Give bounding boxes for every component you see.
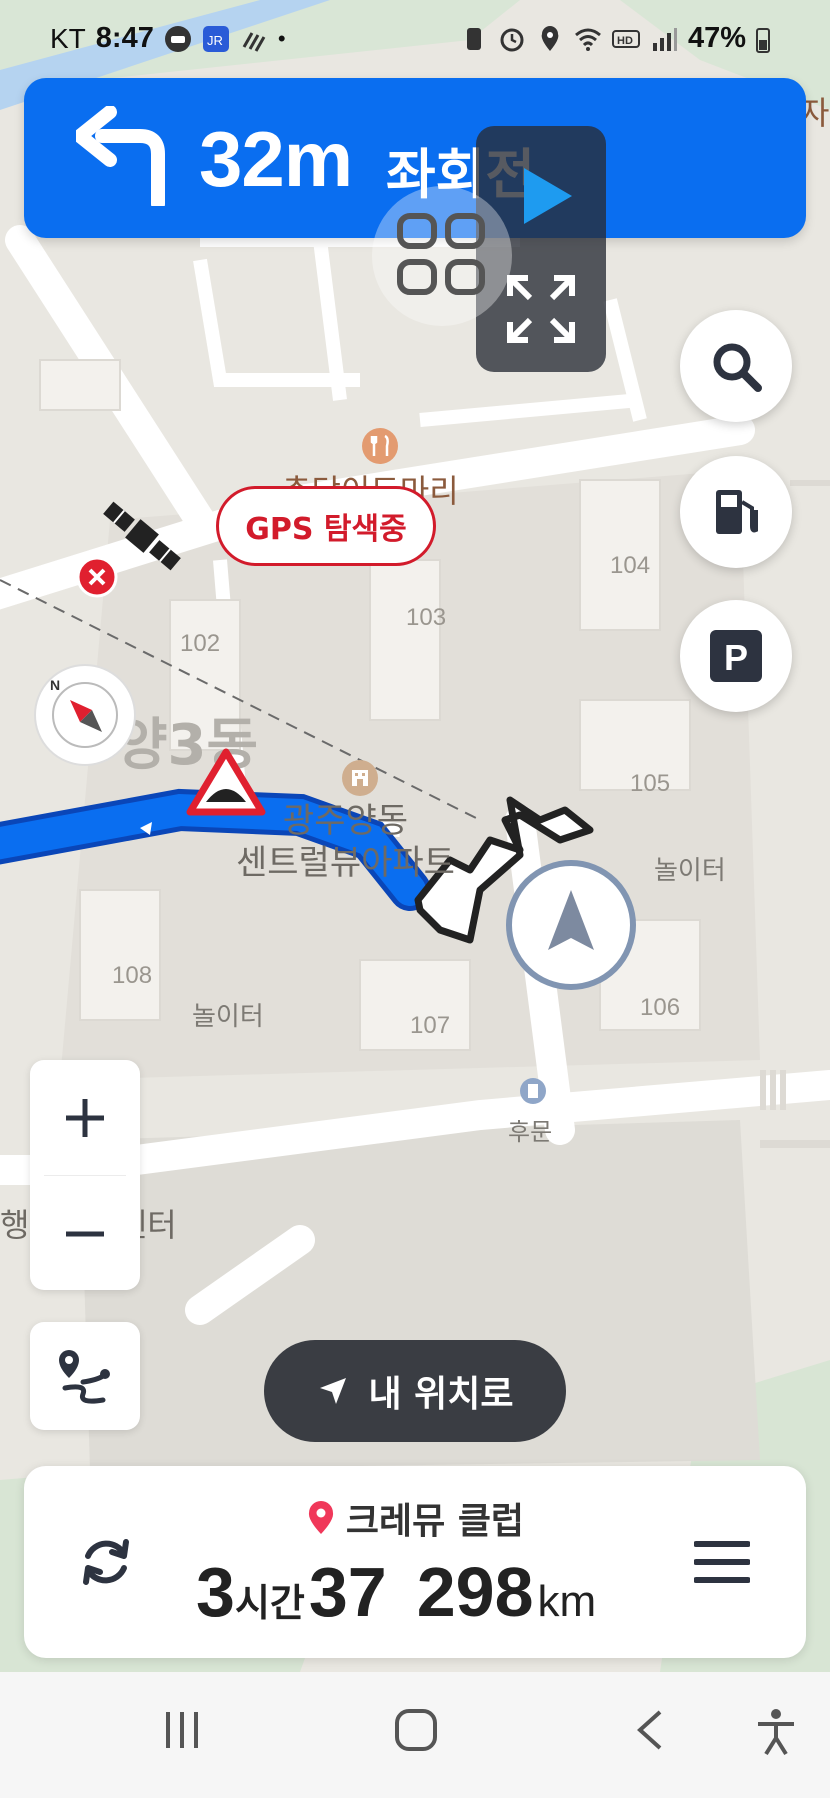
apps-grid-button[interactable] — [372, 186, 512, 326]
pin-icon — [308, 1501, 333, 1534]
my-location-label: 내 위치로 — [368, 1374, 514, 1415]
search-button[interactable] — [680, 310, 792, 422]
hamburger-icon — [693, 1541, 751, 1583]
remaining-distance: 298 — [416, 1553, 534, 1631]
back-gate-icon[interactable] — [518, 1076, 548, 1110]
destination-name: 크레뮤 클럽 — [345, 1501, 525, 1542]
my-location-button[interactable]: 내 위치로 — [264, 1340, 566, 1442]
gas-station-button[interactable] — [680, 456, 792, 568]
battery-percent: 47% — [687, 22, 746, 54]
back-gate-label[interactable]: 후문 — [508, 1112, 552, 1147]
eta-info: 3 시간 37 298 km — [196, 1552, 596, 1632]
home-button[interactable] — [394, 1708, 438, 1756]
gps-status-bubble: GPS 탐색중 — [216, 486, 436, 566]
back-icon — [637, 1710, 662, 1750]
home-icon — [395, 1709, 437, 1751]
zoom-in-button[interactable] — [30, 1060, 140, 1175]
parking-icon: P — [710, 630, 762, 682]
gps-error-icon — [76, 556, 118, 602]
accessibility-icon — [758, 1709, 794, 1756]
clock: 8:47 — [95, 22, 154, 54]
gas-station-icon — [716, 490, 758, 534]
building-107: 107 — [410, 1012, 451, 1039]
distance-unit: km — [537, 1577, 597, 1626]
svg-text:P: P — [724, 637, 748, 678]
turn-left-icon — [73, 105, 168, 211]
status-bar: KT 8:47 JR • HD 47% — [0, 0, 830, 80]
play-icon[interactable] — [520, 164, 576, 232]
current-position-marker — [504, 858, 638, 996]
back-button[interactable] — [632, 1708, 668, 1756]
accessibility-button[interactable] — [756, 1708, 796, 1760]
expand-icon[interactable] — [506, 274, 576, 348]
eta-hours: 3 — [196, 1553, 235, 1631]
minus-icon — [66, 1231, 104, 1236]
navigation-arrow-icon — [320, 1378, 347, 1404]
building-104: 104 — [610, 552, 651, 579]
playground-left-label: 놀이터 — [192, 1002, 264, 1032]
restaurant-icon[interactable] — [360, 426, 400, 470]
signal-dots-icon — [240, 25, 268, 53]
building-105: 105 — [630, 770, 671, 797]
eta-minutes: 37 — [308, 1553, 387, 1631]
carrier-label: KT — [50, 22, 86, 54]
menu-button[interactable] — [693, 1538, 751, 1590]
battery-icon — [756, 25, 770, 53]
trip-summary-card[interactable]: 크레뮤 클럽 3 시간 37 298 km — [24, 1466, 806, 1658]
apps-grid-icon — [397, 213, 485, 295]
cell-signal-icon — [650, 25, 678, 53]
compass-icon[interactable]: N — [30, 660, 140, 774]
turn-distance: 32m — [199, 115, 353, 203]
hd-icon: HD — [611, 25, 640, 53]
route-icon — [59, 1350, 110, 1404]
eta-hours-unit: 시간 — [234, 1581, 305, 1625]
apartment-label[interactable]: 광주양동 센트럴뷰아파트 — [236, 800, 455, 884]
apartment-label-line2: 센트럴뷰아파트 — [236, 843, 455, 883]
alarm-icon — [498, 25, 526, 53]
nfc-icon — [460, 25, 488, 53]
car-icon — [164, 25, 192, 53]
dot-icon: • — [277, 25, 286, 51]
gps-status-text: GPS 탐색중 — [245, 512, 407, 547]
zoom-control — [30, 1060, 140, 1290]
parking-button[interactable]: P — [680, 600, 792, 712]
recent-apps-icon — [166, 1712, 198, 1748]
svg-text:N: N — [50, 677, 60, 693]
system-navigation-bar — [0, 1672, 830, 1798]
svg-text:HD: HD — [617, 35, 633, 47]
svg-text:JR: JR — [207, 33, 223, 48]
speed-bump-sign-icon — [186, 748, 266, 822]
apartment-label-line1: 광주양동 — [282, 801, 409, 841]
tmap-icon: JR — [202, 25, 230, 53]
plus-icon — [66, 1098, 104, 1137]
search-icon — [713, 343, 762, 392]
zoom-out-button[interactable] — [30, 1176, 140, 1291]
apartment-icon[interactable] — [340, 758, 380, 802]
recent-apps-button[interactable] — [160, 1708, 204, 1756]
route-overview-button[interactable] — [30, 1322, 140, 1430]
destination: 크레뮤 클럽 — [24, 1492, 806, 1544]
building-108: 108 — [112, 962, 153, 989]
building-102: 102 — [180, 630, 221, 657]
playground-right-label: 놀이터 — [654, 856, 726, 886]
building-103: 103 — [406, 604, 447, 631]
wifi-icon — [574, 25, 602, 53]
building-106: 106 — [640, 994, 681, 1021]
location-icon — [536, 25, 564, 53]
